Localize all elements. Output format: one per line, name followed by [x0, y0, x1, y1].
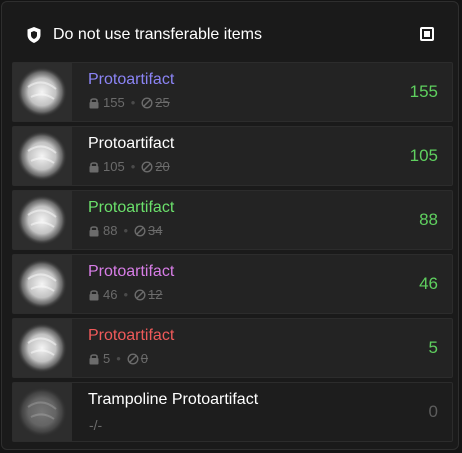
item-meta: 155 • 25 — [89, 95, 170, 111]
shield-strike-icon — [134, 225, 146, 237]
item-name: Protoartifact — [88, 263, 175, 280]
cap-value: 25 — [141, 95, 170, 111]
item-count: 155 — [409, 82, 438, 101]
item-count: 105 — [409, 146, 438, 165]
lock-icon — [89, 162, 99, 173]
item-panel: Do not use transferable items Protoartif… — [1, 1, 459, 450]
separator-dot: • — [130, 95, 136, 110]
locked-count: 155 — [103, 95, 125, 110]
panel-header: Do not use transferable items — [2, 2, 458, 62]
item-thumbnail — [13, 63, 72, 121]
item-count: 46 — [419, 274, 438, 293]
item-meta: 5 • 0 — [89, 351, 148, 367]
item-row[interactable]: Trampoline Protoartifact -/- 0 — [12, 382, 453, 442]
shield-strike-icon — [127, 353, 139, 365]
protoartifact-orb-icon — [17, 387, 67, 437]
protoartifact-orb-icon — [17, 259, 67, 309]
protoartifact-orb-icon — [17, 195, 67, 245]
transferable-checkbox[interactable] — [420, 27, 434, 41]
cap-count: 0 — [140, 351, 149, 366]
shield-strike-icon — [141, 97, 153, 109]
cap-value: 12 — [134, 287, 163, 303]
item-row[interactable]: Protoartifact 105 • 20 105 — [12, 126, 453, 186]
item-thumbnail — [13, 127, 72, 185]
item-count: 5 — [428, 338, 438, 357]
item-thumbnail — [13, 383, 72, 441]
separator-dot: • — [130, 159, 136, 174]
locked-count: 88 — [103, 223, 118, 238]
item-name: Protoartifact — [88, 71, 175, 88]
protoartifact-orb-icon — [17, 323, 67, 373]
item-row[interactable]: Protoartifact 46 • 12 46 — [12, 254, 453, 314]
lock-icon — [89, 226, 99, 237]
item-thumbnail — [13, 255, 72, 313]
protoartifact-orb-icon — [17, 131, 67, 181]
item-meta: 88 • 34 — [89, 223, 163, 239]
item-meta: 105 • 20 — [89, 159, 170, 175]
item-name: Protoartifact — [88, 327, 175, 344]
item-count: 0 — [428, 402, 438, 421]
shield-icon — [27, 27, 41, 43]
item-thumbnail — [13, 191, 72, 249]
shield-strike-icon — [134, 289, 146, 301]
cap-value: 20 — [141, 159, 170, 175]
item-name: Trampoline Protoartifact — [88, 391, 259, 408]
item-count: 88 — [419, 210, 438, 229]
item-meta: 46 • 12 — [89, 287, 163, 303]
protoartifact-orb-icon — [17, 67, 67, 117]
cap-value: 0 — [127, 351, 148, 367]
separator-dot: • — [123, 287, 129, 302]
panel-title: Do not use transferable items — [53, 26, 262, 43]
item-row[interactable]: Protoartifact 88 • 34 88 — [12, 190, 453, 250]
cap-count: 12 — [148, 287, 163, 302]
lock-icon — [89, 290, 99, 301]
locked-count: 5 — [103, 351, 111, 366]
locked-count: 105 — [103, 159, 125, 174]
separator-dot: • — [123, 223, 129, 238]
cap-value: 34 — [134, 223, 163, 239]
lock-icon — [89, 98, 99, 109]
cap-count: 20 — [155, 159, 170, 174]
item-row[interactable]: Protoartifact 155 • 25 155 — [12, 62, 453, 122]
lock-icon — [89, 354, 99, 365]
cap-count: 34 — [148, 223, 163, 238]
locked-count: 46 — [103, 287, 118, 302]
item-name: Protoartifact — [88, 135, 175, 152]
shield-strike-icon — [141, 161, 153, 173]
item-thumbnail — [13, 319, 72, 377]
cap-count: 25 — [155, 95, 170, 110]
separator-dot: • — [116, 351, 121, 366]
item-meta-placeholder: -/- — [89, 417, 103, 433]
item-row[interactable]: Protoartifact 5 • 0 5 — [12, 318, 453, 378]
item-name: Protoartifact — [88, 199, 175, 216]
